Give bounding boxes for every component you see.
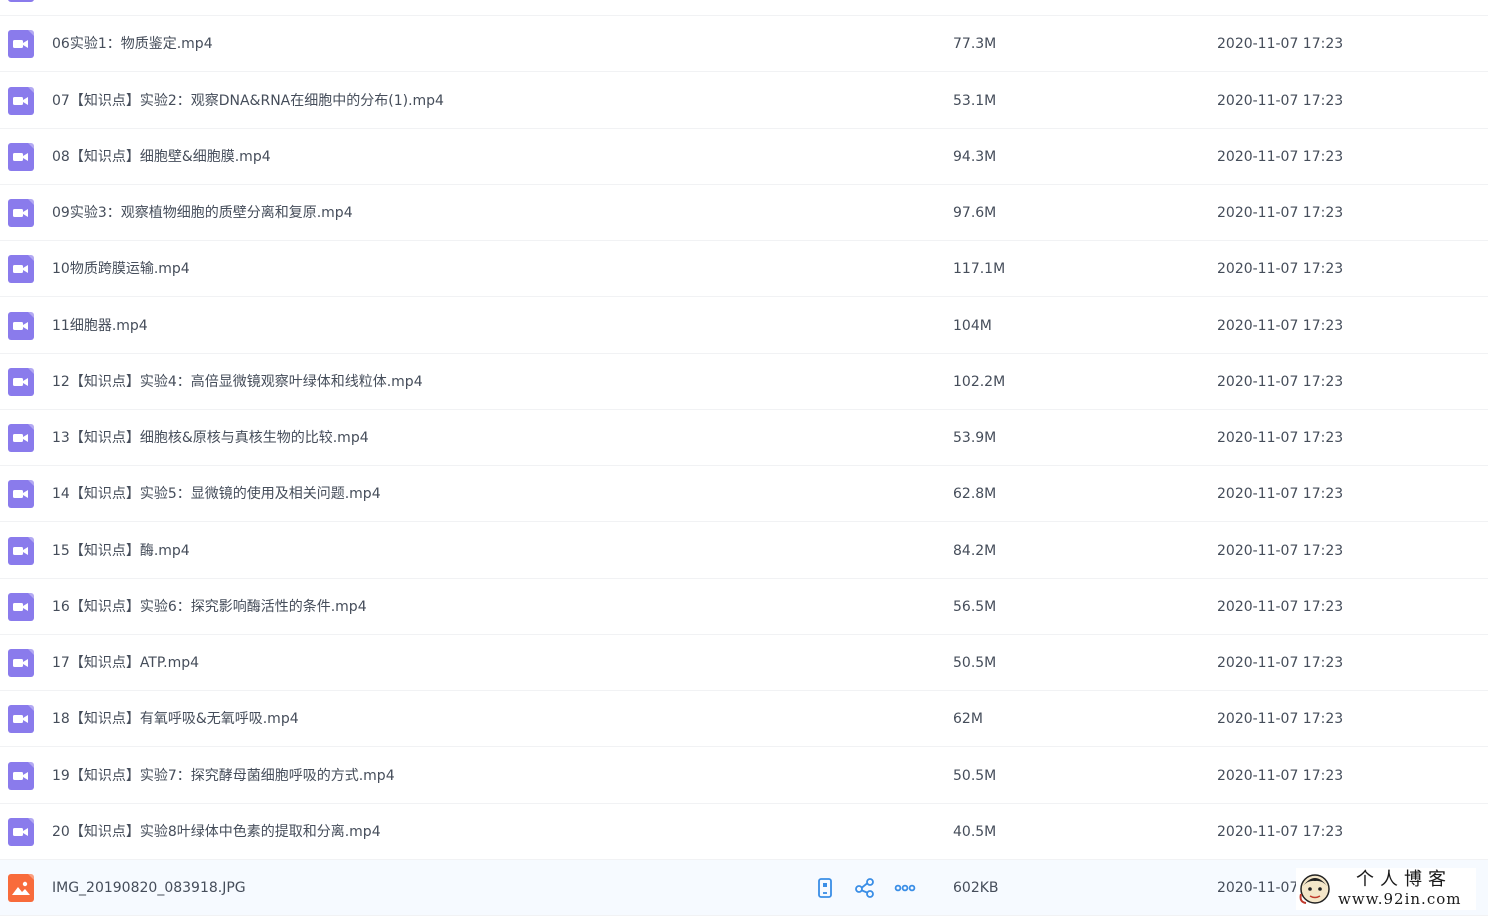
file-name[interactable]: 11细胞器.mp4 — [52, 298, 148, 354]
file-size: 50.5M — [953, 655, 997, 671]
file-name[interactable]: 16【知识点】实验6：探究影响酶活性的条件.mp4 — [52, 579, 367, 635]
watermark: 个人博客 www.92in.com — [1296, 868, 1476, 910]
file-name[interactable]: 13【知识点】细胞核&原核与真核生物的比较.mp4 — [52, 410, 369, 466]
video-file-icon — [8, 592, 34, 621]
file-size: 53.9M — [953, 430, 997, 446]
file-row[interactable]: 11细胞器.mp4 104M 2020-11-07 17:23 — [0, 298, 1488, 354]
file-modified-date: 2020-11-07 17:23 — [1217, 598, 1344, 615]
file-name[interactable]: 17【知识点】ATP.mp4 — [52, 635, 199, 691]
file-row[interactable]: 20【知识点】实验8叶绿体中色素的提取和分离.mp4 40.5M 2020-11-0… — [0, 804, 1488, 860]
video-file-icon — [8, 86, 34, 115]
file-modified-date: 2020-11-07 17:23 — [1217, 205, 1344, 221]
file-row[interactable]: IMG_20190820_083918.JPG 602KB 2020-11-07 — [0, 860, 1488, 916]
phone-icon[interactable] — [814, 877, 836, 899]
video-file-icon — [8, 536, 34, 565]
file-size: 77.3M — [953, 36, 997, 53]
video-file-icon — [8, 30, 34, 59]
file-name[interactable]: 08【知识点】细胞壁&细胞膜.mp4 — [52, 129, 271, 185]
file-name[interactable]: IMG_20190820_083918.JPG — [52, 860, 246, 916]
file-modified-date: 2020-11-07 17:23 — [1217, 148, 1344, 165]
video-file-icon — [8, 761, 34, 790]
file-size: 97.6M — [953, 205, 997, 221]
file-row[interactable] — [0, 0, 1488, 16]
video-file-icon — [8, 199, 34, 227]
file-size: 117.1M — [953, 261, 1006, 278]
file-row[interactable]: 14【知识点】实验5：显微镜的使用及相关问题.mp4 62.8M 2020-11-0… — [0, 466, 1488, 523]
file-modified-date: 2020-11-07 — [1217, 880, 1299, 896]
share-icon[interactable] — [854, 877, 876, 899]
file-name[interactable]: 15【知识点】酶.mp4 — [52, 523, 190, 579]
video-file-icon — [8, 367, 34, 396]
video-file-icon — [8, 705, 34, 734]
file-row[interactable]: 06实验1：物质鉴定.mp4 77.3M 2020-11-07 17:23 — [0, 16, 1488, 73]
file-name[interactable]: 19【知识点】实验7：探究酵母菌细胞呼吸的方式.mp4 — [52, 748, 395, 804]
file-modified-date: 2020-11-07 17:23 — [1217, 711, 1344, 728]
file-row[interactable]: 18【知识点】有氧呼吸&无氧呼吸.mp4 62M 2020-11-07 17:23 — [0, 691, 1488, 748]
video-file-icon — [8, 311, 34, 340]
video-file-icon — [8, 142, 34, 171]
video-file-icon — [8, 480, 34, 509]
file-modified-date: 2020-11-07 17:23 — [1217, 373, 1344, 390]
file-row[interactable]: 09实验3：观察植物细胞的质壁分离和复原.mp4 97.6M 2020-11-07 … — [0, 185, 1488, 241]
file-name[interactable]: 07【知识点】实验2：观察DNA&RNA在细胞中的分布(1).mp4 — [52, 73, 444, 129]
file-name[interactable]: 10物质跨膜运输.mp4 — [52, 241, 190, 297]
file-size: 104M — [953, 317, 992, 334]
file-row[interactable]: 16【知识点】实验6：探究影响酶活性的条件.mp4 56.5M 2020-11-07… — [0, 579, 1488, 635]
file-name[interactable]: 06实验1：物质鉴定.mp4 — [52, 16, 213, 72]
file-row[interactable]: 19【知识点】实验7：探究酵母菌细胞呼吸的方式.mp4 50.5M 2020-11-… — [0, 748, 1488, 804]
file-name[interactable]: 18【知识点】有氧呼吸&无氧呼吸.mp4 — [52, 691, 299, 747]
file-modified-date: 2020-11-07 17:23 — [1217, 36, 1344, 53]
file-name[interactable]: 20【知识点】实验8叶绿体中色素的提取和分离.mp4 — [52, 804, 381, 860]
file-list: 06实验1：物质鉴定.mp4 77.3M 2020-11-07 17:23 07【知识… — [0, 0, 1488, 916]
image-file-icon — [8, 874, 34, 902]
watermark-title: 个人博客 — [1356, 869, 1452, 890]
file-size: 602KB — [953, 880, 999, 896]
file-size: 40.5M — [953, 823, 997, 840]
blog-logo-icon — [1299, 874, 1330, 904]
file-row[interactable]: 07【知识点】实验2：观察DNA&RNA在细胞中的分布(1).mp4 53.1M 2… — [0, 73, 1488, 129]
file-row[interactable]: 12【知识点】实验4：高倍显微镜观察叶绿体和线粒体.mp4 102.2M 2020-… — [0, 354, 1488, 410]
video-file-icon — [8, 255, 34, 284]
file-size: 62M — [953, 711, 983, 728]
watermark-url: www.92in.com — [1338, 890, 1462, 908]
file-size: 50.5M — [953, 767, 997, 784]
file-row[interactable]: 13【知识点】细胞核&原核与真核生物的比较.mp4 53.9M 2020-11-07… — [0, 410, 1488, 466]
file-modified-date: 2020-11-07 17:23 — [1217, 655, 1344, 671]
file-modified-date: 2020-11-07 17:23 — [1217, 542, 1344, 559]
more-icon[interactable] — [894, 877, 916, 899]
file-name[interactable]: 09实验3：观察植物细胞的质壁分离和复原.mp4 — [52, 185, 353, 241]
file-size: 56.5M — [953, 598, 997, 615]
file-modified-date: 2020-11-07 17:23 — [1217, 486, 1344, 503]
file-modified-date: 2020-11-07 17:23 — [1217, 430, 1344, 446]
video-file-icon — [8, 817, 34, 846]
file-modified-date: 2020-11-07 17:23 — [1217, 92, 1344, 109]
file-row[interactable]: 15【知识点】酶.mp4 84.2M 2020-11-07 17:23 — [0, 523, 1488, 579]
file-size: 94.3M — [953, 148, 997, 165]
file-modified-date: 2020-11-07 17:23 — [1217, 767, 1344, 784]
file-row[interactable]: 17【知识点】ATP.mp4 50.5M 2020-11-07 17:23 — [0, 635, 1488, 691]
file-size: 53.1M — [953, 92, 997, 109]
file-size: 84.2M — [953, 542, 997, 559]
file-size: 62.8M — [953, 486, 997, 503]
file-modified-date: 2020-11-07 17:23 — [1217, 823, 1344, 840]
file-row[interactable]: 08【知识点】细胞壁&细胞膜.mp4 94.3M 2020-11-07 17:23 — [0, 129, 1488, 185]
file-modified-date: 2020-11-07 17:23 — [1217, 261, 1344, 278]
file-name[interactable]: 12【知识点】实验4：高倍显微镜观察叶绿体和线粒体.mp4 — [52, 354, 423, 410]
file-size: 102.2M — [953, 373, 1006, 390]
video-file-icon — [8, 649, 34, 677]
video-file-icon — [8, 424, 34, 452]
file-name[interactable]: 14【知识点】实验5：显微镜的使用及相关问题.mp4 — [52, 466, 381, 522]
file-modified-date: 2020-11-07 17:23 — [1217, 317, 1344, 334]
file-row[interactable]: 10物质跨膜运输.mp4 117.1M 2020-11-07 17:23 — [0, 241, 1488, 298]
video-file-icon — [8, 0, 34, 2]
